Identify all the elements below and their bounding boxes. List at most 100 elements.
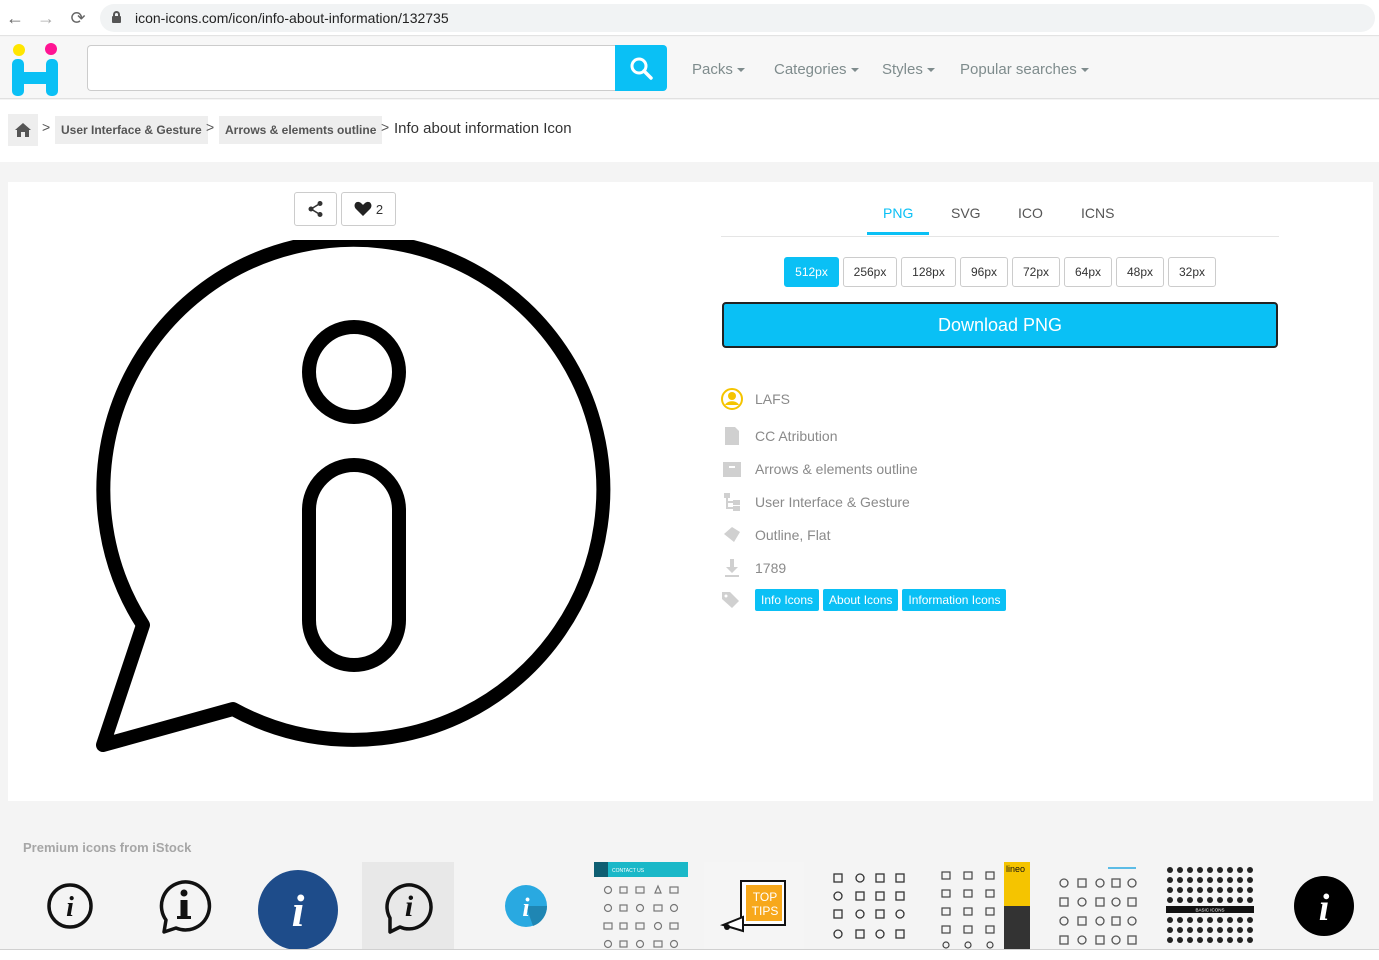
menu-packs[interactable]: Packs (692, 61, 745, 78)
outline-icon-set (1059, 867, 1137, 945)
author-row: LAFS (721, 387, 790, 411)
site-header: Packs Categories Styles Popular searches (0, 37, 1379, 99)
info-speech-bubble-icon (96, 240, 611, 752)
home-icon[interactable] (8, 114, 38, 146)
bottom-strip (0, 950, 1379, 960)
svg-text:lineo: lineo (1006, 864, 1025, 874)
license-link[interactable]: CC Atribution (755, 428, 837, 444)
info-circle-icon: i (47, 883, 93, 929)
menu-popular-searches[interactable]: Popular searches (960, 61, 1089, 78)
premium-thumb-line-pack[interactable] (818, 862, 918, 950)
top-tips-megaphone-icon: TOP TIPS (719, 880, 786, 933)
svg-text:i: i (292, 885, 305, 936)
info-flat-circle-icon: i (505, 885, 548, 927)
search-button[interactable] (615, 45, 667, 91)
premium-thumb-outline-pack[interactable] (1046, 862, 1146, 950)
breadcrumb: > User Interface & Gesture > Arrows & el… (0, 100, 1379, 162)
tab-png[interactable]: PNG (883, 205, 913, 221)
premium-thumb-info-flat[interactable]: i (476, 862, 576, 950)
category-link[interactable]: User Interface & Gesture (755, 494, 910, 510)
contact-icon-set: CONTACT US (594, 862, 688, 949)
tags-icon (721, 589, 743, 611)
caret-down-icon (1080, 68, 1089, 73)
svg-text:i: i (405, 890, 414, 923)
premium-thumb-basic-icons[interactable]: BASIC ICONS (1160, 862, 1260, 950)
breadcrumb-category[interactable]: User Interface & Gesture (55, 116, 208, 144)
tags-row: Info Icons About Icons Information Icons (721, 588, 1010, 612)
browser-toolbar: ← → ⟳ icon-icons.com/icon/info-about-inf… (0, 0, 1379, 36)
search-input[interactable] (87, 45, 617, 91)
info-black-circle-icon: i (1294, 876, 1354, 936)
basic-icon-set: BASIC ICONS (1166, 867, 1254, 943)
breadcrumb-pack[interactable]: Arrows & elements outline (219, 116, 383, 144)
lineo-icon-set: lineo (941, 862, 1030, 950)
size-48-button[interactable]: 48px (1116, 257, 1164, 287)
size-128-button[interactable]: 128px (901, 257, 956, 287)
size-512-button[interactable]: 512px (784, 257, 839, 287)
size-96-button[interactable]: 96px (960, 257, 1008, 287)
svg-text:i: i (522, 893, 530, 922)
search-icon (630, 57, 653, 80)
info-bubble-icon (159, 880, 212, 934)
menu-categories[interactable]: Categories (774, 61, 859, 78)
download-icon (721, 557, 743, 579)
like-count: 2 (375, 201, 384, 217)
menu-styles[interactable]: Styles (882, 61, 935, 78)
svg-text:i: i (1319, 887, 1330, 929)
styles-link[interactable]: Outline, Flat (755, 527, 830, 543)
tab-icns[interactable]: ICNS (1081, 205, 1114, 221)
premium-thumb-info-black[interactable]: i (1274, 862, 1374, 950)
reload-icon[interactable]: ⟳ (68, 8, 88, 28)
forward-arrow-icon[interactable]: → (36, 8, 56, 28)
tag-about-icons[interactable]: About Icons (823, 589, 899, 611)
premium-section-title: Premium icons from iStock (23, 840, 192, 855)
size-72-button[interactable]: 72px (1012, 257, 1060, 287)
share-icon (308, 201, 322, 217)
premium-thumb-lineo-pack[interactable]: lineo (932, 862, 1032, 950)
info-outline-bubble-icon: i (385, 883, 433, 934)
style-row: Outline, Flat (721, 523, 830, 547)
premium-thumb-contact-pack[interactable]: CONTACT US (590, 862, 690, 950)
size-32-button[interactable]: 32px (1168, 257, 1216, 287)
icon-detail-card: 2 PNG SVG ICO ICNS 512px 256px 128px 96p… (8, 182, 1373, 801)
svg-text:TIPS: TIPS (752, 904, 779, 918)
user-avatar-icon (721, 388, 743, 410)
tab-ico[interactable]: ICO (1018, 205, 1043, 221)
premium-thumb-info-bubble[interactable] (134, 862, 234, 950)
breadcrumb-current: Info about information Icon (394, 120, 572, 137)
author-link[interactable]: LAFS (755, 391, 790, 407)
caret-down-icon (850, 68, 859, 73)
sitemap-icon (721, 491, 743, 513)
tab-svg[interactable]: SVG (951, 205, 981, 221)
premium-thumb-info-circle[interactable]: i (20, 862, 120, 950)
premium-thumb-info-blue[interactable]: i (248, 862, 348, 950)
like-button[interactable]: 2 (341, 192, 396, 226)
premium-thumb-top-tips[interactable]: TOP TIPS (704, 862, 804, 950)
heart-icon (354, 201, 372, 216)
pack-row: Arrows & elements outline (721, 457, 918, 481)
site-logo[interactable] (10, 42, 60, 97)
svg-text:TOP: TOP (753, 890, 777, 904)
svg-text:BASIC ICONS: BASIC ICONS (1195, 908, 1224, 913)
archive-icon (721, 458, 743, 480)
share-button[interactable] (294, 192, 337, 226)
url-text: icon-icons.com/icon/info-about-informati… (135, 10, 449, 26)
back-arrow-icon[interactable]: ← (5, 8, 25, 28)
size-256-button[interactable]: 256px (843, 257, 897, 287)
svg-text:CONTACT US: CONTACT US (612, 868, 645, 874)
pack-link[interactable]: Arrows & elements outline (755, 461, 918, 477)
lock-icon (112, 11, 121, 23)
chevron-right-icon: > (381, 119, 390, 135)
info-blue-circle-icon: i (258, 870, 338, 950)
category-row: User Interface & Gesture (721, 490, 910, 514)
download-png-button[interactable]: Download PNG (722, 302, 1278, 348)
license-row: CC Atribution (721, 424, 837, 448)
size-64-button[interactable]: 64px (1064, 257, 1112, 287)
tag-info-icons[interactable]: Info Icons (755, 589, 820, 611)
address-bar[interactable]: icon-icons.com/icon/info-about-informati… (100, 4, 1375, 32)
premium-thumb-info-outline-gray[interactable]: i (362, 862, 454, 950)
tag-information-icons[interactable]: Information Icons (902, 589, 1007, 611)
chevron-right-icon: > (42, 119, 51, 135)
caret-down-icon (736, 68, 745, 73)
tabs-divider (721, 236, 1279, 237)
